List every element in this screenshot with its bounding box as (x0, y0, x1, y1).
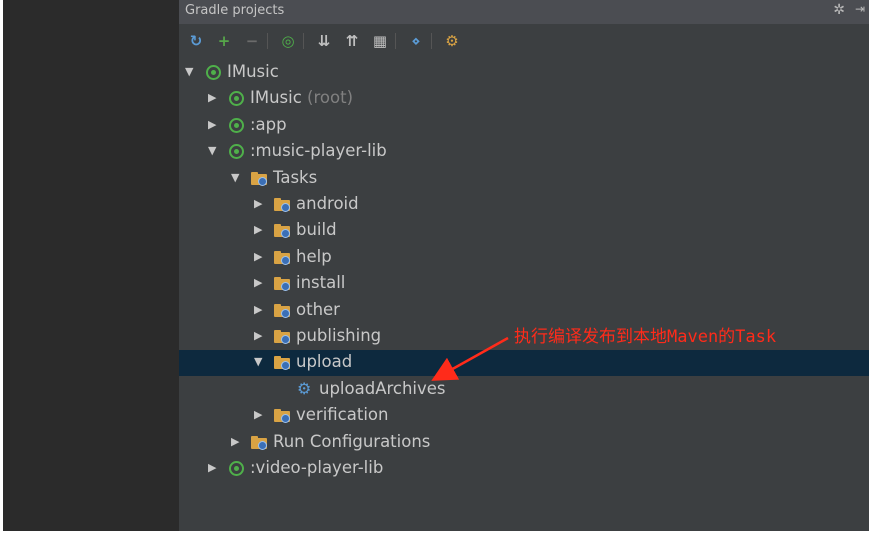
annotation-text: 执行编译发布到本地Maven的Task (514, 327, 777, 347)
screenshot-frame: Gradle projects ✲ ⇥ ↻ + − ◎ ⇊ ⇈ ▦ ⋄ ⚙ ▼ IMusic ▶ IM… (0, 0, 869, 534)
annotation-arrow (431, 336, 509, 381)
